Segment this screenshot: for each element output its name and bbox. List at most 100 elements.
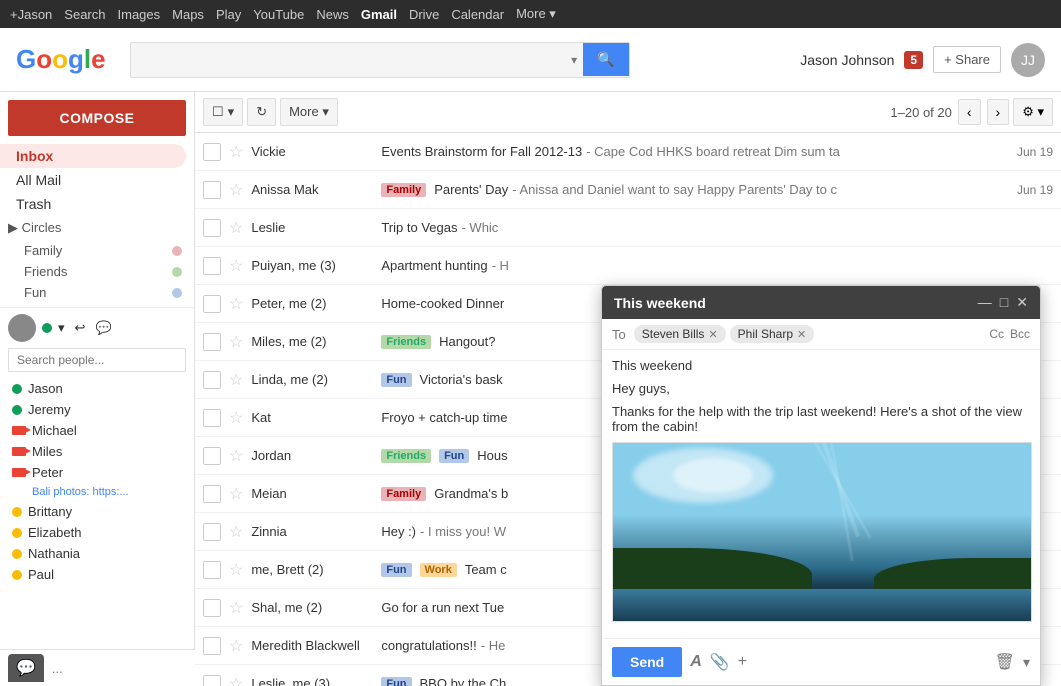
peter-link[interactable]: Bali photos: https:... [12, 486, 182, 498]
contact-elizabeth[interactable]: Elizabeth [8, 522, 186, 543]
table-row[interactable]: ☆ Anissa Mak Family Parents' Day - Aniss… [195, 171, 1061, 209]
star-icon[interactable]: ☆ [229, 180, 243, 200]
email-checkbox[interactable] [203, 485, 221, 503]
nav-play[interactable]: Play [216, 7, 241, 22]
refresh-button[interactable]: ↻ [247, 98, 276, 126]
contact-peter[interactable]: Peter Bali photos: https:... [8, 462, 186, 501]
send-button[interactable]: Send [612, 647, 682, 677]
nav-gmail[interactable]: Gmail [361, 7, 397, 22]
star-icon[interactable]: ☆ [229, 598, 243, 618]
star-icon[interactable]: ☆ [229, 294, 243, 314]
remove-phil-button[interactable]: ✕ [797, 328, 806, 341]
sidebar-item-all-mail[interactable]: All Mail [0, 168, 186, 192]
contact-michael[interactable]: Michael [8, 420, 186, 441]
compose-header[interactable]: This weekend — □ ✕ [602, 286, 1040, 319]
email-checkbox[interactable] [203, 523, 221, 541]
label-friends: Friends [381, 449, 431, 463]
more-chat-button[interactable]: ... [52, 661, 63, 676]
bcc-link[interactable]: Bcc [1010, 327, 1030, 341]
email-subject: Apartment hunting [381, 258, 487, 273]
search-input[interactable] [131, 43, 566, 77]
contact-jeremy[interactable]: Jeremy [8, 399, 186, 420]
email-checkbox[interactable] [203, 371, 221, 389]
star-icon[interactable]: ☆ [229, 636, 243, 656]
font-icon[interactable]: A [690, 653, 702, 671]
table-row[interactable]: ☆ Puiyan, me (3) Apartment hunting - H [195, 247, 1061, 285]
close-compose-button[interactable]: ✕ [1016, 294, 1028, 311]
table-row[interactable]: ☆ Leslie Trip to Vegas - Whic [195, 209, 1061, 247]
star-icon[interactable]: ☆ [229, 218, 243, 238]
nav-more[interactable]: More ▾ [516, 6, 556, 22]
remove-steven-button[interactable]: ✕ [708, 328, 717, 341]
nav-maps[interactable]: Maps [172, 7, 204, 22]
compose-button[interactable]: COMPOSE [8, 100, 186, 136]
to-input[interactable] [818, 327, 985, 342]
next-page-button[interactable]: › [987, 99, 1010, 125]
star-icon[interactable]: ☆ [229, 370, 243, 390]
chat-bubble-icon[interactable]: 💬 [95, 320, 111, 336]
delete-button[interactable]: 🗑 [995, 652, 1015, 672]
email-checkbox[interactable] [203, 675, 221, 686]
contact-paul[interactable]: Paul [8, 564, 186, 585]
star-icon[interactable]: ☆ [229, 560, 243, 580]
nav-news[interactable]: News [316, 7, 349, 22]
search-dropdown[interactable]: ▾ [565, 53, 583, 67]
star-icon[interactable]: ☆ [229, 446, 243, 466]
star-icon[interactable]: ☆ [229, 142, 243, 162]
email-checkbox[interactable] [203, 333, 221, 351]
sidebar-circle-friends[interactable]: Friends [0, 261, 194, 282]
email-checkbox[interactable] [203, 219, 221, 237]
nav-plus-jason[interactable]: +Jason [10, 7, 52, 22]
prev-page-button[interactable]: ‹ [958, 99, 981, 125]
status-arrow[interactable]: ▾ [58, 320, 65, 336]
email-checkbox[interactable] [203, 143, 221, 161]
compose-body[interactable]: This weekend Hey guys, Thanks for the he… [602, 350, 1040, 639]
star-icon[interactable]: ☆ [229, 674, 243, 686]
search-button[interactable]: 🔍 [583, 43, 628, 76]
contact-nathania[interactable]: Nathania [8, 543, 186, 564]
email-checkbox[interactable] [203, 637, 221, 655]
settings-button[interactable]: ⚙ ▾ [1013, 98, 1053, 126]
star-icon[interactable]: ☆ [229, 522, 243, 542]
nav-images[interactable]: Images [118, 7, 161, 22]
email-checkbox[interactable] [203, 409, 221, 427]
email-checkbox[interactable] [203, 257, 221, 275]
email-checkbox[interactable] [203, 181, 221, 199]
attach-icon[interactable]: 📎 [710, 652, 730, 672]
sidebar-item-inbox[interactable]: Inbox [0, 144, 186, 168]
maximize-button[interactable]: □ [1000, 294, 1008, 311]
email-checkbox[interactable] [203, 599, 221, 617]
sidebar-circle-family[interactable]: Family [0, 240, 194, 261]
share-button[interactable]: + Share [933, 46, 1001, 73]
nav-search[interactable]: Search [64, 7, 105, 22]
search-people-input[interactable] [8, 348, 186, 372]
email-checkbox[interactable] [203, 561, 221, 579]
star-icon[interactable]: ☆ [229, 408, 243, 428]
circles-section[interactable]: ▶ Circles [0, 216, 194, 240]
sidebar-circle-fun[interactable]: Fun [0, 282, 194, 303]
compose-to-row: To Steven Bills ✕ Phil Sharp ✕ Cc Bcc [602, 319, 1040, 350]
nav-drive[interactable]: Drive [409, 7, 439, 22]
cc-bcc-links: Cc Bcc [989, 327, 1030, 341]
star-icon[interactable]: ☆ [229, 484, 243, 504]
email-checkbox[interactable] [203, 295, 221, 313]
star-icon[interactable]: ☆ [229, 256, 243, 276]
insert-icon[interactable]: + [738, 653, 747, 671]
chat-icon-button[interactable]: 💬 [8, 654, 44, 682]
table-row[interactable]: ☆ Vickie Events Brainstorm for Fall 2012… [195, 133, 1061, 171]
minimize-button[interactable]: — [978, 294, 992, 311]
contact-brittany[interactable]: Brittany [8, 501, 186, 522]
contact-miles[interactable]: Miles [8, 441, 186, 462]
email-subject: Froyo + catch-up time [381, 410, 507, 425]
cc-link[interactable]: Cc [989, 327, 1004, 341]
nav-youtube[interactable]: YouTube [253, 7, 304, 22]
select-all-button[interactable]: ☐ ▾ [203, 98, 243, 126]
more-actions-button[interactable]: More ▾ [280, 98, 338, 126]
email-checkbox[interactable] [203, 447, 221, 465]
reply-icon[interactable]: ↩ [75, 320, 86, 336]
contact-jason[interactable]: Jason [8, 378, 186, 399]
nav-calendar[interactable]: Calendar [451, 7, 504, 22]
star-icon[interactable]: ☆ [229, 332, 243, 352]
more-options-button[interactable]: ▾ [1023, 654, 1030, 671]
sidebar-item-trash[interactable]: Trash [0, 192, 186, 216]
